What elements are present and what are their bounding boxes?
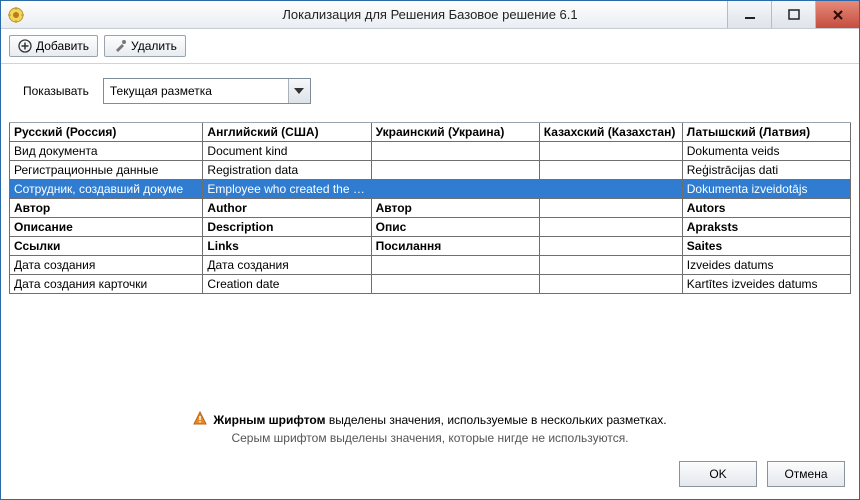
table-row[interactable]: Дата созданияДата создания Izveides datum… <box>10 256 851 275</box>
cell-en[interactable]: Links <box>203 237 371 256</box>
table-row[interactable]: СсылкиLinksПосилання Saites <box>10 237 851 256</box>
table-row[interactable]: Вид документаDocument kind Dokumenta veid… <box>10 142 851 161</box>
table-row[interactable]: ОписаниеDescriptionОпис Apraksts <box>10 218 851 237</box>
toolbar: Добавить Удалить <box>1 29 859 64</box>
footer-line1: Жирным шрифтом выделены значения, исполь… <box>213 412 666 429</box>
cell-ru[interactable]: Ссылки <box>10 237 203 256</box>
table-row[interactable]: Регистрационные данныеRegistration data R… <box>10 161 851 180</box>
cell-ru[interactable]: Описание <box>10 218 203 237</box>
warning-icon <box>193 411 207 430</box>
add-button[interactable]: Добавить <box>9 35 98 57</box>
cell-ru[interactable]: Сотрудник, создавший докуме <box>10 180 203 199</box>
filter-row: Показывать Текущая разметка <box>1 64 859 122</box>
cell-lv[interactable]: Apraksts <box>682 218 850 237</box>
ok-button[interactable]: OK <box>679 461 757 487</box>
chevron-down-icon <box>288 79 310 103</box>
cell-lv[interactable]: Reģistrācijas dati <box>682 161 850 180</box>
app-icon <box>7 6 25 24</box>
cell-uk[interactable] <box>371 275 539 294</box>
cell-en[interactable]: Description <box>203 218 371 237</box>
col-latvian[interactable]: Латышский (Латвия) <box>682 123 850 142</box>
col-russian[interactable]: Русский (Россия) <box>10 123 203 142</box>
cell-kk[interactable] <box>539 256 682 275</box>
cell-uk[interactable] <box>371 256 539 275</box>
cell-en[interactable]: Employee who created the doc <box>203 180 371 199</box>
grid-empty-area <box>9 294 851 401</box>
plus-circle-icon <box>18 39 32 53</box>
delete-button[interactable]: Удалить <box>104 35 186 57</box>
cell-ru[interactable]: Вид документа <box>10 142 203 161</box>
localization-grid[interactable]: Русский (Россия) Английский (США) Украин… <box>9 122 851 401</box>
cell-lv[interactable]: Autors <box>682 199 850 218</box>
cell-en[interactable]: Document kind <box>203 142 371 161</box>
cell-kk[interactable] <box>539 142 682 161</box>
minimize-button[interactable] <box>727 1 771 28</box>
titlebar: Локализация для Решения Базовое решение … <box>1 1 859 29</box>
cell-uk[interactable]: Автор <box>371 199 539 218</box>
cell-en[interactable]: Дата создания <box>203 256 371 275</box>
cell-lv[interactable]: Dokumenta veids <box>682 142 850 161</box>
grid-header-row: Русский (Россия) Английский (США) Украин… <box>10 123 851 142</box>
cell-kk[interactable] <box>539 199 682 218</box>
cell-uk[interactable] <box>371 161 539 180</box>
cell-uk[interactable] <box>371 142 539 161</box>
cell-lv[interactable]: Saites <box>682 237 850 256</box>
cell-lv[interactable]: Kartītes izveides datums <box>682 275 850 294</box>
footer-note: Жирным шрифтом выделены значения, исполь… <box>1 401 859 455</box>
cell-en[interactable]: Registration data <box>203 161 371 180</box>
window-title: Локализация для Решения Базовое решение … <box>282 7 577 22</box>
filter-combo-value: Текущая разметка <box>104 84 288 98</box>
col-kazakh[interactable]: Казахский (Казахстан) <box>539 123 682 142</box>
add-button-label: Добавить <box>36 39 89 53</box>
cancel-button[interactable]: Отмена <box>767 461 845 487</box>
close-button[interactable] <box>815 1 859 28</box>
filter-combo[interactable]: Текущая разметка <box>103 78 311 104</box>
cell-en[interactable]: Creation date <box>203 275 371 294</box>
cell-uk[interactable] <box>371 180 539 199</box>
cell-ru[interactable]: Дата создания <box>10 256 203 275</box>
filter-label: Показывать <box>23 84 89 98</box>
tools-icon <box>113 39 127 53</box>
cell-kk[interactable] <box>539 275 682 294</box>
cell-ru[interactable]: Регистрационные данные <box>10 161 203 180</box>
maximize-button[interactable] <box>771 1 815 28</box>
cell-uk[interactable]: Опис <box>371 218 539 237</box>
cell-uk[interactable]: Посилання <box>371 237 539 256</box>
cell-lv[interactable]: Dokumenta izveidotājs <box>682 180 850 199</box>
window-buttons <box>727 1 859 28</box>
footer-line2: Серым шрифтом выделены значения, которые… <box>1 430 859 447</box>
cell-lv[interactable]: Izveides datums <box>682 256 850 275</box>
table-row[interactable]: Дата создания карточкиCreation date Kartī… <box>10 275 851 294</box>
table-row[interactable]: Сотрудник, создавший докумеEmployee who … <box>10 180 851 199</box>
table-row[interactable]: АвторAuthorАвтор Autors <box>10 199 851 218</box>
cell-kk[interactable] <box>539 218 682 237</box>
dialog-buttons: OK Отмена <box>1 455 859 499</box>
cell-en[interactable]: Author <box>203 199 371 218</box>
cell-ru[interactable]: Дата создания карточки <box>10 275 203 294</box>
window: Локализация для Решения Базовое решение … <box>0 0 860 500</box>
cell-ru[interactable]: Автор <box>10 199 203 218</box>
delete-button-label: Удалить <box>131 39 177 53</box>
col-ukrainian[interactable]: Украинский (Украина) <box>371 123 539 142</box>
col-english[interactable]: Английский (США) <box>203 123 371 142</box>
cell-kk[interactable] <box>539 180 682 199</box>
cell-kk[interactable] <box>539 161 682 180</box>
cell-kk[interactable] <box>539 237 682 256</box>
